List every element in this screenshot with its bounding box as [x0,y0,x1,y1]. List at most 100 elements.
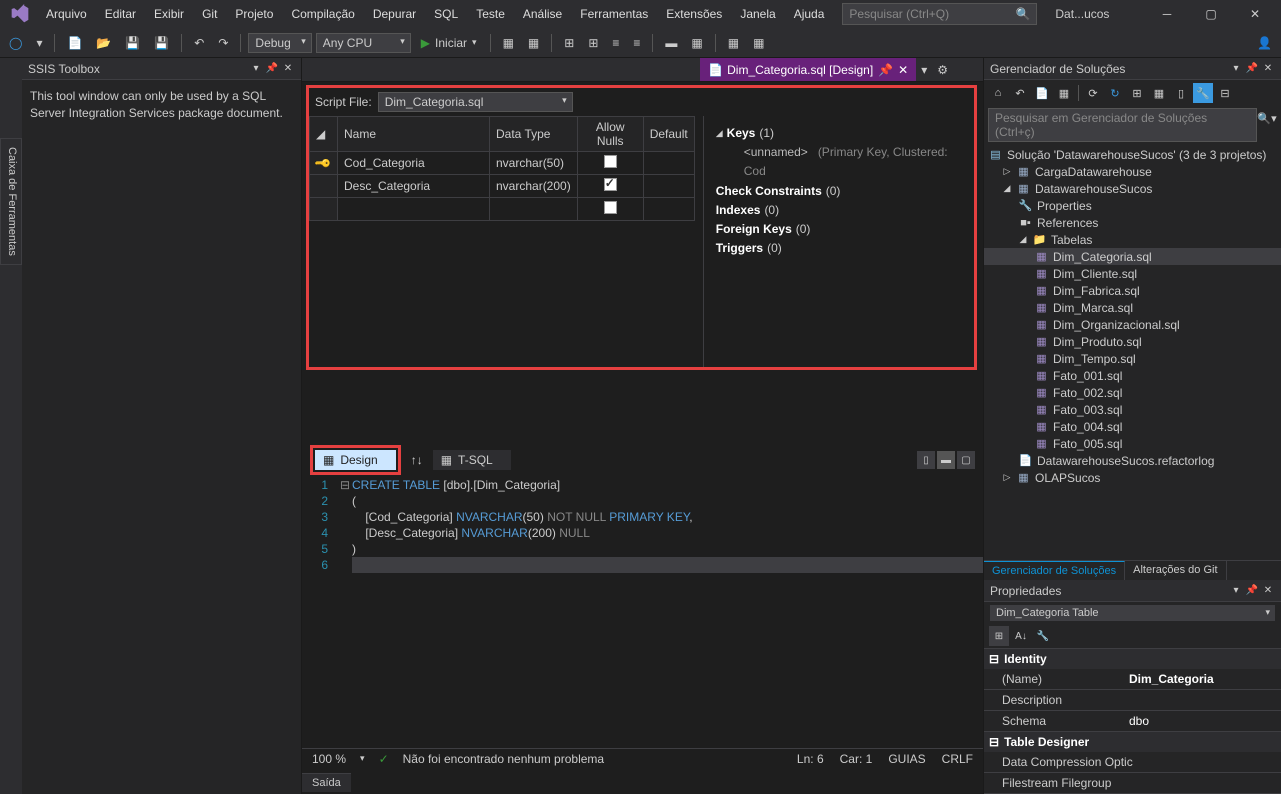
tool-btn-5[interactable]: ≡ [607,33,624,53]
nav-back-button[interactable]: ◯ [4,33,27,53]
solution-tree[interactable]: ▤Solução 'DatawarehouseSucos' (3 de 3 pr… [984,144,1281,560]
col-dtype-cell[interactable]: nvarchar(50) [490,152,578,175]
status-ln[interactable]: Ln: 6 [797,752,824,766]
tool-btn-6[interactable]: ≡ [628,33,645,53]
project-node[interactable]: ▷▦OLAPSucos [984,469,1281,486]
propgrid-category[interactable]: ⊟Table Designer [984,732,1281,752]
new-file-button[interactable]: 📄 [62,33,87,53]
panel-close-icon[interactable]: ✕ [1261,62,1275,76]
propgrid-row[interactable]: Filestream Filegroup [984,773,1281,794]
caixa-ferramentas-tab[interactable]: Caixa de Ferramentas [0,138,22,265]
sol-sync-button[interactable]: ⟳ [1083,83,1103,103]
output-tab[interactable]: Saída [302,773,351,792]
search-go-button[interactable]: 🔍▾ [1257,108,1277,128]
propgrid-row[interactable]: (Name)Dim_Categoria [984,669,1281,690]
document-tab[interactable]: 📄 Dim_Categoria.sql [Design] 📌 ✕ [700,58,916,81]
status-guias[interactable]: GUIAS [888,752,925,766]
split-h-button[interactable]: ▯ [917,451,935,469]
file-node[interactable]: ▦Dim_Categoria.sql [984,248,1281,265]
file-node[interactable]: ▦Dim_Fabrica.sql [984,282,1281,299]
pin-icon[interactable]: 📌 [1245,584,1259,598]
menu-depurar[interactable]: Depurar [365,3,424,25]
menu-editar[interactable]: Editar [97,3,144,25]
column-row[interactable]: Desc_Categoria nvarchar(200) [310,175,695,198]
col-name-cell[interactable]: Cod_Categoria [338,152,490,175]
share-button[interactable]: 👤 [1252,33,1277,53]
menu-ferramentas[interactable]: Ferramentas [572,3,656,25]
sol-btn-11[interactable]: ⊟ [1215,83,1235,103]
sol-refresh-button[interactable]: ↻ [1105,83,1125,103]
project-node[interactable]: ◢▦DatawarehouseSucos [984,180,1281,197]
tool-btn-9[interactable]: ▦ [723,33,744,53]
tool-btn-10[interactable]: ▦ [748,33,769,53]
menu-git[interactable]: Git [194,3,225,25]
nav-fwd-button[interactable]: ▾ [31,33,47,53]
tool-btn-2[interactable]: ▦ [523,33,544,53]
propgrid-row[interactable]: Data Compression Optic [984,752,1281,773]
sol-props-button[interactable]: 🔧 [1193,83,1213,103]
menu-compilacao[interactable]: Compilação [283,3,362,25]
sol-btn-7[interactable]: ⊞ [1127,83,1147,103]
start-button[interactable]: ▶ Iniciar ▾ [415,34,483,52]
folder-node[interactable]: ◢📁Tabelas [984,231,1281,248]
solution-explorer-tab[interactable]: Gerenciador de Soluções [984,561,1125,580]
status-crlf[interactable]: CRLF [942,752,973,766]
file-node[interactable]: ▦Fato_005.sql [984,435,1281,452]
menu-sql[interactable]: SQL [426,3,466,25]
close-button[interactable]: ✕ [1233,0,1277,28]
tab-pin-icon[interactable]: 📌 [878,63,893,77]
menu-janela[interactable]: Janela [732,3,783,25]
expander-icon[interactable]: ◢ [716,126,723,140]
propgrid-wrench-button[interactable]: 🔧 [1033,626,1053,646]
columns-grid[interactable]: ◢ Name Data Type Allow Nulls Default 🔑 C… [309,116,695,221]
references-node[interactable]: ■▪References [984,214,1281,231]
swap-icon[interactable]: ↑↓ [407,453,427,467]
pin-icon[interactable]: 📌 [1245,62,1259,76]
tool-btn-3[interactable]: ⊞ [559,33,579,53]
file-node[interactable]: ▦Fato_002.sql [984,384,1281,401]
keys-item[interactable]: <unnamed> [744,145,808,159]
status-zoom[interactable]: 100 % [312,752,346,766]
panel-close-icon[interactable]: ✕ [1261,584,1275,598]
search-input[interactable]: Pesquisar (Ctrl+Q) 🔍 [842,3,1037,25]
solution-search-input[interactable]: Pesquisar em Gerenciador de Soluções (Ct… [988,108,1257,142]
menu-arquivo[interactable]: Arquivo [38,3,95,25]
platform-dropdown[interactable]: Any CPU [316,33,411,53]
file-node[interactable]: ▦Dim_Tempo.sql [984,350,1281,367]
minimize-button[interactable]: ─ [1145,0,1189,28]
design-tab[interactable]: ▦ Design [315,450,396,470]
max-button[interactable]: ▢ [957,451,975,469]
col-default-cell[interactable] [643,175,694,198]
file-node[interactable]: ▦Fato_001.sql [984,367,1281,384]
tab-close-icon[interactable]: ✕ [898,63,908,77]
script-file-dropdown[interactable]: Dim_Categoria.sql [378,92,573,112]
sol-btn-8[interactable]: ▦ [1149,83,1169,103]
file-node[interactable]: ▦Fato_003.sql [984,401,1281,418]
menu-teste[interactable]: Teste [468,3,513,25]
allow-nulls-checkbox[interactable] [604,155,617,168]
properties-object-dropdown[interactable]: Dim_Categoria Table [990,605,1275,621]
pin-icon[interactable]: 📌 [265,62,279,76]
tool-btn-1[interactable]: ▦ [498,33,519,53]
split-v-button[interactable]: ▬ [937,451,955,469]
tool-btn-4[interactable]: ⊞ [583,33,603,53]
properties-node[interactable]: 🔧Properties [984,197,1281,214]
propgrid-az-button[interactable]: A↓ [1011,626,1031,646]
file-node[interactable]: ▦Dim_Produto.sql [984,333,1281,350]
menu-exibir[interactable]: Exibir [146,3,192,25]
save-button[interactable]: 💾 [120,33,145,53]
file-node[interactable]: ▦Dim_Marca.sql [984,299,1281,316]
undo-button[interactable]: ↶ [189,33,209,53]
menu-analise[interactable]: Análise [515,3,570,25]
tool-btn-7[interactable]: ▬ [660,33,682,53]
file-node[interactable]: ▦Dim_Organizacional.sql [984,316,1281,333]
file-node[interactable]: ▦Fato_004.sql [984,418,1281,435]
sol-btn-4[interactable]: ▦ [1054,83,1074,103]
sol-home-button[interactable]: ⌂ [988,83,1008,103]
allow-nulls-checkbox[interactable] [604,201,617,214]
config-dropdown[interactable]: Debug [248,33,311,53]
propgrid-category[interactable]: ⊟Identity [984,649,1281,669]
panel-close-icon[interactable]: ✕ [281,62,295,76]
git-changes-tab[interactable]: Alterações do Git [1125,561,1226,580]
sol-back-button[interactable]: ↶ [1010,83,1030,103]
